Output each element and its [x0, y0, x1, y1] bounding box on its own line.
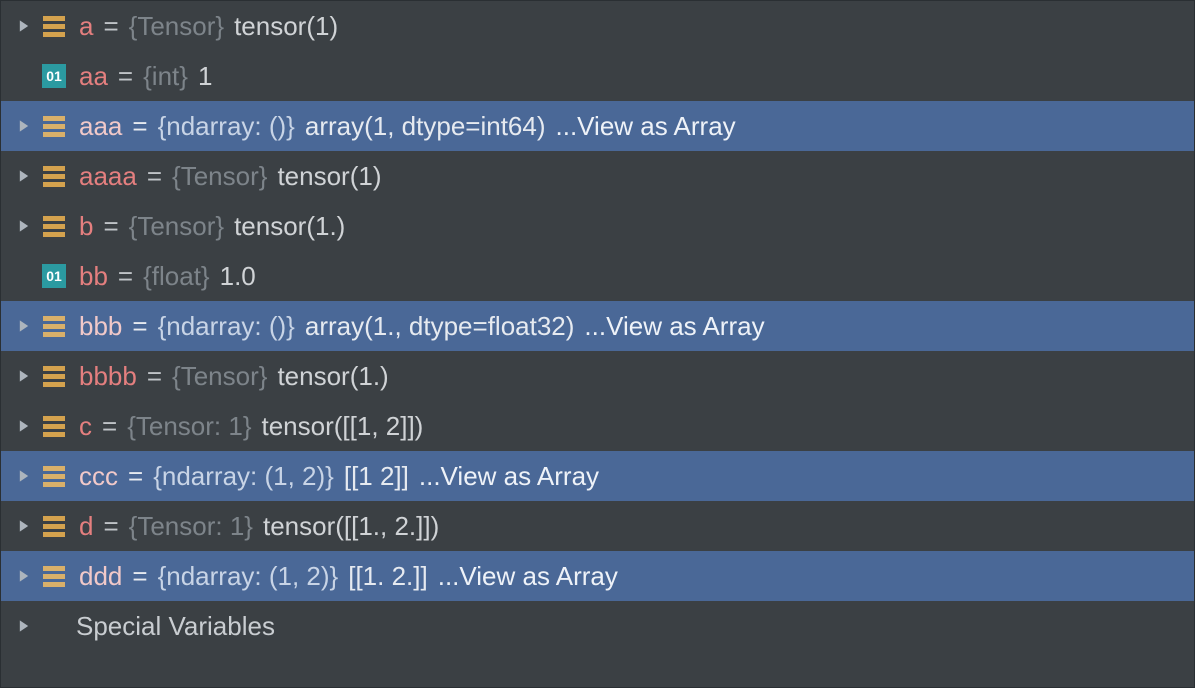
expand-icon[interactable]	[9, 619, 39, 633]
equals-sign: =	[102, 411, 117, 442]
variable-row[interactable]: b = {Tensor} tensor(1.)	[1, 201, 1194, 251]
variable-name: d	[79, 511, 93, 542]
variable-name: bbb	[79, 311, 122, 342]
special-variables-row[interactable]: Special Variables	[1, 601, 1194, 651]
struct-icon	[39, 211, 69, 241]
equals-sign: =	[147, 161, 162, 192]
variable-type: {ndarray: ()}	[158, 111, 295, 142]
struct-icon	[39, 461, 69, 491]
variable-value: tensor(1.)	[277, 361, 388, 392]
special-vars-icon	[39, 614, 63, 638]
variable-value: tensor(1.)	[234, 211, 345, 242]
variable-name: aaa	[79, 111, 122, 142]
variable-type: {Tensor: 1}	[129, 511, 253, 542]
view-as-array-link[interactable]: ...View as Array	[584, 311, 764, 342]
expand-icon[interactable]	[9, 19, 39, 33]
expand-icon[interactable]	[9, 219, 39, 233]
variable-name: aaaa	[79, 161, 137, 192]
view-as-array-link[interactable]: ...View as Array	[438, 561, 618, 592]
variable-name: bb	[79, 261, 108, 292]
expand-icon[interactable]	[9, 419, 39, 433]
variable-name: b	[79, 211, 93, 242]
variable-value: tensor([[1., 2.]])	[263, 511, 439, 542]
variable-row[interactable]: 01 aa = {int} 1	[1, 51, 1194, 101]
equals-sign: =	[103, 511, 118, 542]
expand-icon[interactable]	[9, 519, 39, 533]
primitive-icon: 01	[42, 64, 66, 88]
variable-type: {float}	[143, 261, 210, 292]
struct-icon	[39, 161, 69, 191]
variable-row[interactable]: ddd = {ndarray: (1, 2)} [[1. 2.]] ...View as…	[1, 551, 1194, 601]
variable-value: tensor(1)	[234, 11, 338, 42]
variable-value: [[1 2]]	[344, 461, 409, 492]
variable-name: bbbb	[79, 361, 137, 392]
expand-icon[interactable]	[9, 469, 39, 483]
variable-row[interactable]: c = {Tensor: 1} tensor([[1, 2]])	[1, 401, 1194, 451]
equals-sign: =	[103, 11, 118, 42]
variable-type: {Tensor: 1}	[127, 411, 251, 442]
variable-row[interactable]: ccc = {ndarray: (1, 2)} [[1 2]] ...View as A…	[1, 451, 1194, 501]
variables-panel: a = {Tensor} tensor(1) 01 aa = {int} 1 aaa = {ndarr…	[0, 0, 1195, 688]
variable-name: ddd	[79, 561, 122, 592]
struct-icon	[39, 411, 69, 441]
variable-type: {Tensor}	[129, 11, 224, 42]
variable-value: [[1. 2.]]	[348, 561, 428, 592]
view-as-array-link[interactable]: ...View as Array	[556, 111, 736, 142]
variable-type: {Tensor}	[129, 211, 224, 242]
variable-name: aa	[79, 61, 108, 92]
variable-row[interactable]: bbbb = {Tensor} tensor(1.)	[1, 351, 1194, 401]
variable-type: {int}	[143, 61, 188, 92]
variable-name: c	[79, 411, 92, 442]
equals-sign: =	[147, 361, 162, 392]
variable-row[interactable]: aaa = {ndarray: ()} array(1, dtype=int64)..…	[1, 101, 1194, 151]
variable-type: {ndarray: (1, 2)}	[158, 561, 339, 592]
variable-value: tensor(1)	[277, 161, 381, 192]
equals-sign: =	[132, 561, 147, 592]
struct-icon	[39, 511, 69, 541]
equals-sign: =	[103, 211, 118, 242]
expand-icon[interactable]	[9, 369, 39, 383]
expand-icon[interactable]	[9, 569, 39, 583]
struct-icon	[39, 311, 69, 341]
variable-type: {ndarray: ()}	[158, 311, 295, 342]
variable-value: array(1, dtype=int64)	[305, 111, 546, 142]
struct-icon	[39, 361, 69, 391]
variable-value: 1	[198, 61, 212, 92]
variable-name: ccc	[79, 461, 118, 492]
primitive-icon: 01	[42, 264, 66, 288]
expand-icon[interactable]	[9, 169, 39, 183]
expand-icon[interactable]	[9, 319, 39, 333]
view-as-array-link[interactable]: ...View as Array	[419, 461, 599, 492]
equals-sign: =	[128, 461, 143, 492]
variable-row[interactable]: a = {Tensor} tensor(1)	[1, 1, 1194, 51]
equals-sign: =	[118, 261, 133, 292]
struct-icon	[39, 11, 69, 41]
variable-name: a	[79, 11, 93, 42]
variable-type: {Tensor}	[172, 161, 267, 192]
struct-icon	[39, 111, 69, 141]
variable-row[interactable]: bbb = {ndarray: ()} array(1., dtype=float32…	[1, 301, 1194, 351]
equals-sign: =	[118, 61, 133, 92]
variable-value: array(1., dtype=float32)	[305, 311, 575, 342]
expand-icon[interactable]	[9, 119, 39, 133]
variable-value: tensor([[1, 2]])	[262, 411, 424, 442]
variable-row[interactable]: 01 bb = {float} 1.0	[1, 251, 1194, 301]
equals-sign: =	[132, 111, 147, 142]
variable-row[interactable]: d = {Tensor: 1} tensor([[1., 2.]])	[1, 501, 1194, 551]
variable-row[interactable]: aaaa = {Tensor} tensor(1)	[1, 151, 1194, 201]
variable-value: 1.0	[220, 261, 256, 292]
struct-icon	[39, 561, 69, 591]
variable-type: {ndarray: (1, 2)}	[153, 461, 334, 492]
special-variables-label: Special Variables	[76, 611, 275, 642]
variable-type: {Tensor}	[172, 361, 267, 392]
equals-sign: =	[132, 311, 147, 342]
